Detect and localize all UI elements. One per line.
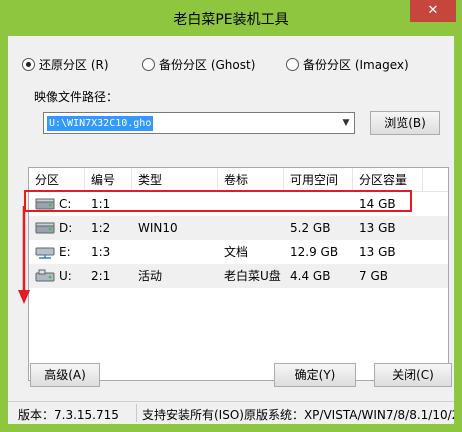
label-cell: 老白菜U盘 bbox=[224, 269, 281, 283]
column-header: 可用空间 bbox=[284, 168, 353, 192]
free-cell: 4.4 GB bbox=[290, 269, 331, 283]
backup-ghost-radio[interactable]: 备份分区 (Ghost) bbox=[142, 56, 255, 73]
backup-ghost-label: 备份分区 (Ghost) bbox=[159, 58, 256, 72]
column-header: 分区容量 bbox=[353, 168, 423, 192]
image-path-combobox[interactable]: U:\WIN7X32C10.gho ▼ bbox=[43, 112, 355, 134]
label-cell bbox=[218, 216, 284, 240]
window-close-button[interactable]: ✕ bbox=[410, 0, 456, 22]
support-text: 支持安装所有(ISO)原版系统：XP/VISTA/WIN7/8/8.1/10/2… bbox=[142, 408, 454, 422]
window-title: 老白菜PE装机工具 bbox=[173, 12, 289, 28]
browse-button[interactable]: 浏览(B) bbox=[370, 111, 440, 135]
backup-imagex-label: 备份分区 (Imagex) bbox=[303, 58, 409, 72]
ok-button[interactable]: 确定(Y) bbox=[274, 363, 356, 387]
drive-cell: D: bbox=[59, 221, 73, 235]
label-cell: 文档 bbox=[224, 245, 249, 259]
number-cell: 1:2 bbox=[91, 221, 111, 235]
table-row[interactable]: U: 2:1 活动 老白菜U盘 4.4 GB 7 GB bbox=[29, 264, 448, 288]
close-button[interactable]: 关闭(C) bbox=[374, 363, 452, 387]
free-cell: 5.2 GB bbox=[290, 221, 331, 235]
capacity-cell: 13 GB bbox=[359, 245, 396, 259]
radio-checked-icon bbox=[22, 58, 35, 71]
radio-unchecked-icon bbox=[286, 58, 299, 71]
restore-partition-label: 还原分区 (R) bbox=[39, 58, 109, 72]
backup-imagex-radio[interactable]: 备份分区 (Imagex) bbox=[286, 56, 409, 73]
drive-cell: E: bbox=[59, 245, 71, 259]
title-bar: 老白菜PE装机工具 ✕ bbox=[0, 0, 462, 36]
capacity-cell: 13 GB bbox=[359, 221, 396, 235]
image-path-label: 映像文件路径： bbox=[34, 90, 119, 104]
drive-cell: C: bbox=[59, 197, 72, 211]
table-header: 分区 编号 类型 卷标 可用空间 分区容量 bbox=[29, 168, 448, 192]
type-cell bbox=[132, 192, 218, 216]
app-window: 老白菜PE装机工具 ✕ 还原分区 (R) 备份分区 (Ghost) 备份分区 (… bbox=[0, 0, 462, 432]
capacity-cell: 7 GB bbox=[359, 269, 388, 283]
table-row[interactable]: C: 1:1 14 GB bbox=[29, 192, 448, 216]
status-bar: 版本：7.3.15.715 支持安装所有(ISO)原版系统：XP/VISTA/W… bbox=[8, 401, 454, 424]
chevron-down-icon[interactable]: ▼ bbox=[338, 113, 354, 133]
number-cell: 1:3 bbox=[91, 245, 111, 259]
type-cell: 活动 bbox=[138, 269, 163, 283]
column-header: 卷标 bbox=[218, 168, 284, 192]
radio-unchecked-icon bbox=[142, 58, 155, 71]
image-path-value[interactable]: U:\WIN7X32C10.gho bbox=[47, 116, 154, 131]
status-divider bbox=[136, 404, 137, 422]
number-cell: 1:1 bbox=[91, 197, 111, 211]
label-cell bbox=[218, 192, 284, 216]
type-cell bbox=[132, 240, 218, 264]
free-cell: 12.9 GB bbox=[290, 245, 339, 259]
capacity-cell: 14 GB bbox=[359, 197, 396, 211]
column-header: 编号 bbox=[85, 168, 132, 192]
type-cell: WIN10 bbox=[138, 221, 178, 235]
column-header: 分区 bbox=[29, 168, 85, 192]
number-cell: 2:1 bbox=[91, 269, 111, 283]
version-text: 版本：7.3.15.715 bbox=[18, 408, 119, 422]
advanced-button[interactable]: 高级(A) bbox=[30, 363, 100, 387]
drive-cell: U: bbox=[59, 269, 72, 283]
mode-radio-group: 还原分区 (R) 备份分区 (Ghost) 备份分区 (Imagex) bbox=[22, 56, 442, 74]
table-row[interactable]: D: 1:2 WIN10 5.2 GB 13 GB bbox=[29, 216, 448, 240]
table-row[interactable]: E: 1:3 文档 12.9 GB 13 GB bbox=[29, 240, 448, 264]
restore-partition-radio[interactable]: 还原分区 (R) bbox=[22, 56, 109, 73]
client-area: 还原分区 (R) 备份分区 (Ghost) 备份分区 (Imagex) 映像文件… bbox=[8, 36, 454, 424]
free-cell bbox=[284, 192, 353, 216]
column-header: 类型 bbox=[132, 168, 218, 192]
partition-table: 分区 编号 类型 卷标 可用空间 分区容量 C: 1:1 14 GB D: 1:… bbox=[28, 167, 449, 381]
